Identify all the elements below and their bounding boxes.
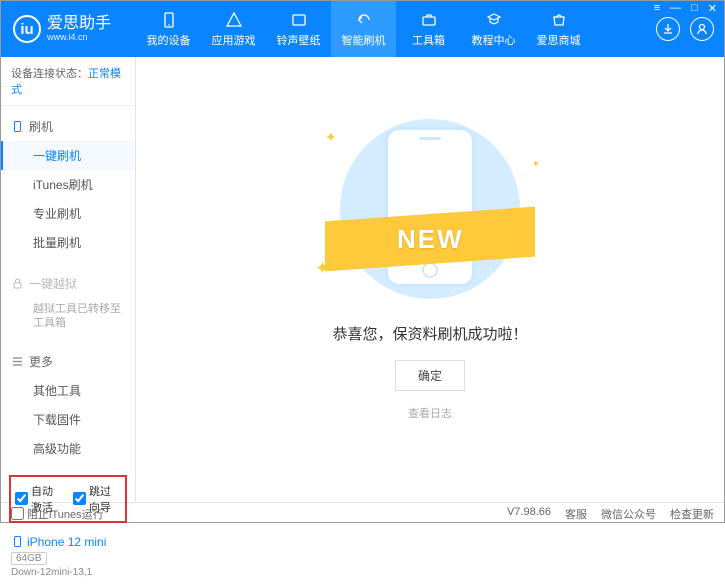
block-itunes-checkbox[interactable]: 阻止iTunes运行 xyxy=(11,506,104,522)
minimize-btn[interactable]: — xyxy=(668,2,683,15)
check-update-link[interactable]: 检查更新 xyxy=(670,506,714,522)
nav-shop[interactable]: 爱思商城 xyxy=(526,1,591,57)
apps-icon xyxy=(225,11,243,29)
nav-tutorial[interactable]: 教程中心 xyxy=(461,1,526,57)
nav-toolbox[interactable]: 工具箱 xyxy=(396,1,461,57)
logo-area: iu 爱思助手 www.i4.cn xyxy=(1,15,136,43)
shop-icon xyxy=(550,11,568,29)
nav-label: 爱思商城 xyxy=(537,32,581,48)
nav-label: 我的设备 xyxy=(147,32,191,48)
device-name: iPhone 12 mini xyxy=(27,535,106,549)
tutorial-icon xyxy=(485,11,503,29)
sidebar-item-advanced[interactable]: 高级功能 xyxy=(1,434,135,463)
maximize-btn[interactable]: □ xyxy=(689,2,700,15)
star-icon: ✦ xyxy=(532,159,540,170)
nav-flash[interactable]: 智能刷机 xyxy=(331,1,396,57)
menu-icon xyxy=(11,355,23,367)
settings-sys-btn[interactable]: ≡ xyxy=(652,2,662,15)
sidebar-item-batch-flash[interactable]: 批量刷机 xyxy=(1,228,135,257)
phone-icon xyxy=(11,121,23,133)
confirm-button[interactable]: 确定 xyxy=(395,360,465,391)
header: iu 爱思助手 www.i4.cn 我的设备 应用游戏 铃声壁纸 智能刷机 工具… xyxy=(1,1,724,57)
nav-apps[interactable]: 应用游戏 xyxy=(201,1,266,57)
sidebar: 设备连接状态：正常模式 刷机 一键刷机 iTunes刷机 专业刷机 批量刷机 一… xyxy=(1,57,136,502)
success-illustration: ✦ ✦ ✦ NEW xyxy=(315,119,545,299)
nav-my-device[interactable]: 我的设备 xyxy=(136,1,201,57)
sidebar-head-flash[interactable]: 刷机 xyxy=(1,112,135,141)
nav-label: 教程中心 xyxy=(472,32,516,48)
lock-icon xyxy=(11,278,23,290)
close-btn[interactable]: ✕ xyxy=(706,2,719,15)
logo-icon: iu xyxy=(13,15,41,43)
top-nav: 我的设备 应用游戏 铃声壁纸 智能刷机 工具箱 教程中心 爱思商城 xyxy=(136,1,591,57)
phone-icon xyxy=(11,536,23,548)
sidebar-item-oneclick-flash[interactable]: 一键刷机 xyxy=(1,141,135,170)
account-button[interactable] xyxy=(690,17,714,41)
sidebar-item-pro-flash[interactable]: 专业刷机 xyxy=(1,199,135,228)
device-capacity: 64GB xyxy=(11,552,47,565)
version-label: V7.98.66 xyxy=(507,506,551,522)
nav-label: 应用游戏 xyxy=(212,32,256,48)
wechat-link[interactable]: 微信公众号 xyxy=(601,506,656,522)
device-info[interactable]: iPhone 12 mini 64GB Down-12mini-13,1 xyxy=(1,529,135,584)
nav-ringtone[interactable]: 铃声壁纸 xyxy=(266,1,331,57)
connection-status: 设备连接状态：正常模式 xyxy=(1,57,135,106)
sidebar-item-itunes-flash[interactable]: iTunes刷机 xyxy=(1,170,135,199)
view-log-link[interactable]: 查看日志 xyxy=(408,405,452,421)
nav-label: 铃声壁纸 xyxy=(277,32,321,48)
jailbreak-note: 越狱工具已转移至工具箱 xyxy=(1,298,135,335)
main-content: ✦ ✦ ✦ NEW 恭喜您，保资料刷机成功啦！ 确定 查看日志 xyxy=(136,57,724,502)
sidebar-item-download-fw[interactable]: 下载固件 xyxy=(1,405,135,434)
sidebar-head-more[interactable]: 更多 xyxy=(1,347,135,376)
download-button[interactable] xyxy=(656,17,680,41)
nav-label: 智能刷机 xyxy=(342,32,386,48)
ringtone-icon xyxy=(290,11,308,29)
device-icon xyxy=(160,11,178,29)
flash-icon xyxy=(355,11,373,29)
sidebar-head-jailbreak: 一键越狱 xyxy=(1,269,135,298)
customer-service-link[interactable]: 客服 xyxy=(565,506,587,522)
device-model: Down-12mini-13,1 xyxy=(11,567,125,578)
nav-label: 工具箱 xyxy=(412,32,445,48)
app-name: 爱思助手 xyxy=(47,16,111,32)
success-message: 恭喜您，保资料刷机成功啦！ xyxy=(332,323,527,344)
star-icon: ✦ xyxy=(325,129,337,146)
toolbox-icon xyxy=(420,11,438,29)
sidebar-item-other-tools[interactable]: 其他工具 xyxy=(1,376,135,405)
app-url: www.i4.cn xyxy=(47,32,111,42)
